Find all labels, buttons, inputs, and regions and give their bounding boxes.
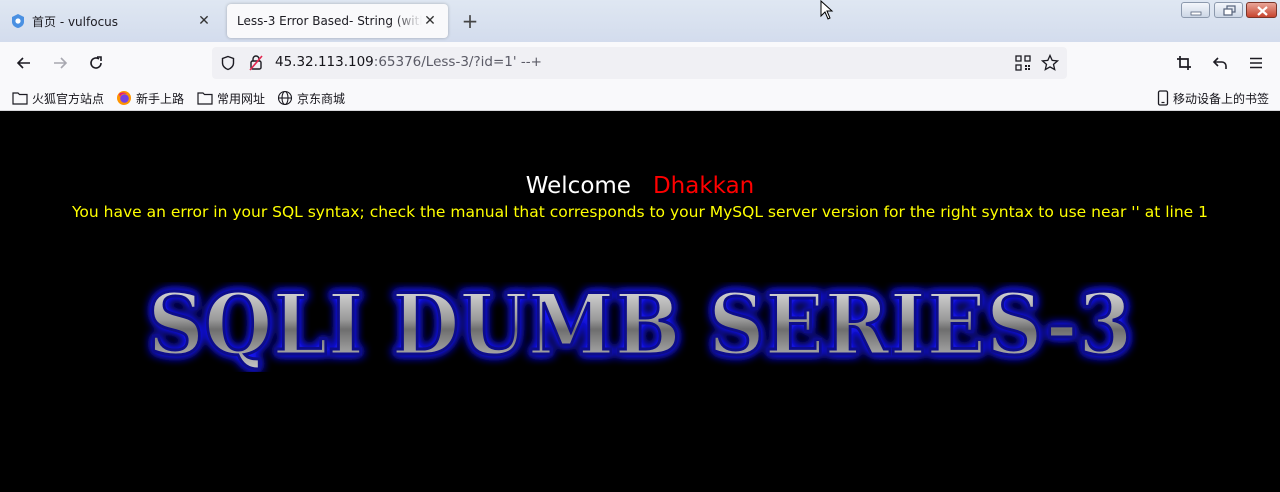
page-content: Welcome Dhakkan You have an error in your…: [0, 112, 1280, 492]
bookmarks-toolbar: 火狐官方站点 新手上路 常用网址 京东商城 移动设备上的书签: [0, 84, 1280, 111]
bookmark-item[interactable]: 常用网址: [197, 89, 265, 107]
forward-arrow-icon: [54, 57, 68, 69]
welcome-line: Welcome Dhakkan: [0, 173, 1280, 199]
forward-button[interactable]: [47, 50, 73, 76]
bookmark-star-icon[interactable]: [1041, 54, 1059, 72]
url-host: 45.32.113.109: [275, 54, 374, 70]
welcome-text: Welcome: [525, 173, 631, 199]
mobile-device-icon: [1157, 90, 1169, 106]
banner-text: SQLI DUMB SERIES-3: [148, 282, 1133, 372]
close-icon: [1257, 6, 1268, 16]
close-tab-icon[interactable]: ✕: [422, 13, 438, 29]
tab-strip: 首页 - vulfocus ✕ Less-3 Error Based- Stri…: [0, 0, 1280, 42]
new-tab-button[interactable]: +: [458, 9, 482, 33]
back-button[interactable]: [11, 50, 37, 76]
series-banner-image: SQLI DUMB SERIES-3: [146, 282, 1134, 372]
bookmark-label: 火狐官方站点: [32, 91, 105, 106]
back-arrow-icon: [16, 57, 30, 69]
bookmark-item[interactable]: 火狐官方站点: [12, 89, 104, 107]
globe-icon: [277, 90, 293, 106]
bookmark-label: 常用网址: [217, 91, 266, 106]
navigation-bar: 45.32.113.109:65376/Less-3/?id=1' --+: [0, 42, 1280, 84]
minimize-icon: [1190, 11, 1202, 16]
close-tab-icon[interactable]: ✕: [196, 13, 212, 29]
minimize-button[interactable]: [1181, 2, 1210, 18]
reload-button[interactable]: [83, 50, 109, 76]
folder-icon: [12, 92, 28, 105]
bookmark-label: 京东商城: [297, 91, 346, 106]
reload-icon: [90, 56, 102, 69]
url-text[interactable]: 45.32.113.109:65376/Less-3/?id=1' --+: [275, 54, 542, 70]
restore-icon: [1223, 5, 1236, 16]
firefox-icon: [117, 91, 131, 105]
undo-button[interactable]: [1207, 50, 1233, 76]
crop-icon: [1177, 56, 1191, 70]
insecure-lock-icon[interactable]: [248, 54, 264, 72]
window-close-button[interactable]: [1246, 2, 1277, 18]
bookmark-item[interactable]: 京东商城: [277, 89, 345, 107]
url-path: :65376/Less-3/?id=1' --+: [373, 54, 542, 70]
mobile-bookmarks[interactable]: 移动设备上的书签: [1157, 89, 1269, 107]
bookmark-label: 新手上路: [136, 91, 185, 106]
menu-button[interactable]: [1243, 50, 1269, 76]
vulfocus-icon: [12, 14, 24, 28]
screenshot-button[interactable]: [1171, 50, 1197, 76]
tracking-protection-icon[interactable]: [220, 55, 236, 71]
hamburger-menu-icon: [1250, 57, 1262, 69]
bookmark-item[interactable]: 新手上路: [116, 89, 184, 107]
undo-arrow-icon: [1212, 57, 1227, 69]
tab-title: 首页 - vulfocus: [32, 14, 119, 29]
username-text: Dhakkan: [652, 173, 755, 199]
mobile-bookmarks-label: 移动设备上的书签: [1173, 91, 1270, 106]
tab-title: Less-3 Error Based- String (with Twist): [237, 14, 422, 28]
tab-less-3[interactable]: Less-3 Error Based- String (with Twist) …: [227, 4, 448, 38]
tab-vulfocus[interactable]: 首页 - vulfocus ✕: [0, 4, 222, 38]
restore-button[interactable]: [1214, 2, 1243, 18]
address-bar[interactable]: 45.32.113.109:65376/Less-3/?id=1' --+: [212, 47, 1067, 79]
folder-icon: [197, 92, 213, 105]
qr-code-icon[interactable]: [1015, 55, 1031, 71]
sql-error-message: You have an error in your SQL syntax; ch…: [71, 203, 1209, 221]
mouse-cursor-icon: [820, 0, 834, 20]
